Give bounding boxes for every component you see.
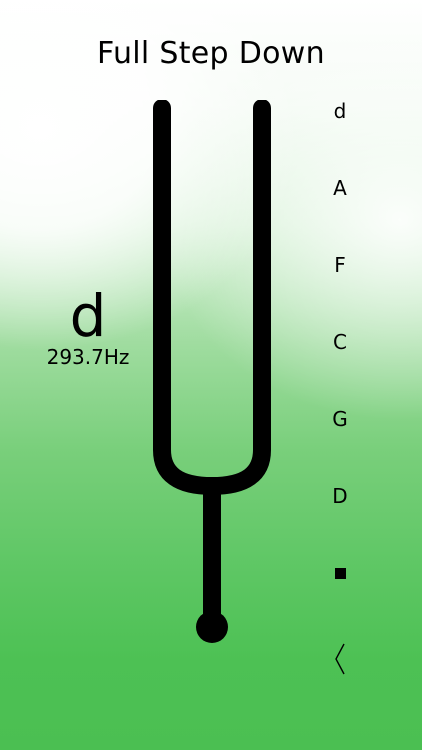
current-note-frequency: 293.7Hz — [46, 345, 130, 369]
string-note-1[interactable]: d — [320, 92, 360, 169]
string-note-4[interactable]: C — [320, 323, 360, 400]
stop-square-icon — [334, 567, 346, 579]
current-note-name: d — [69, 282, 107, 350]
page-title: Full Step Down — [97, 36, 325, 71]
chevron-left-icon — [335, 643, 345, 675]
string-note-5[interactable]: G — [320, 400, 360, 477]
back-button[interactable] — [320, 636, 360, 682]
stop-button[interactable] — [320, 557, 360, 589]
string-note-2[interactable]: A — [320, 169, 360, 246]
string-note-6[interactable]: D — [320, 477, 360, 554]
string-note-3[interactable]: F — [320, 246, 360, 323]
string-note-list: d A F C G D — [320, 92, 360, 554]
tuning-fork-icon[interactable] — [150, 100, 274, 648]
